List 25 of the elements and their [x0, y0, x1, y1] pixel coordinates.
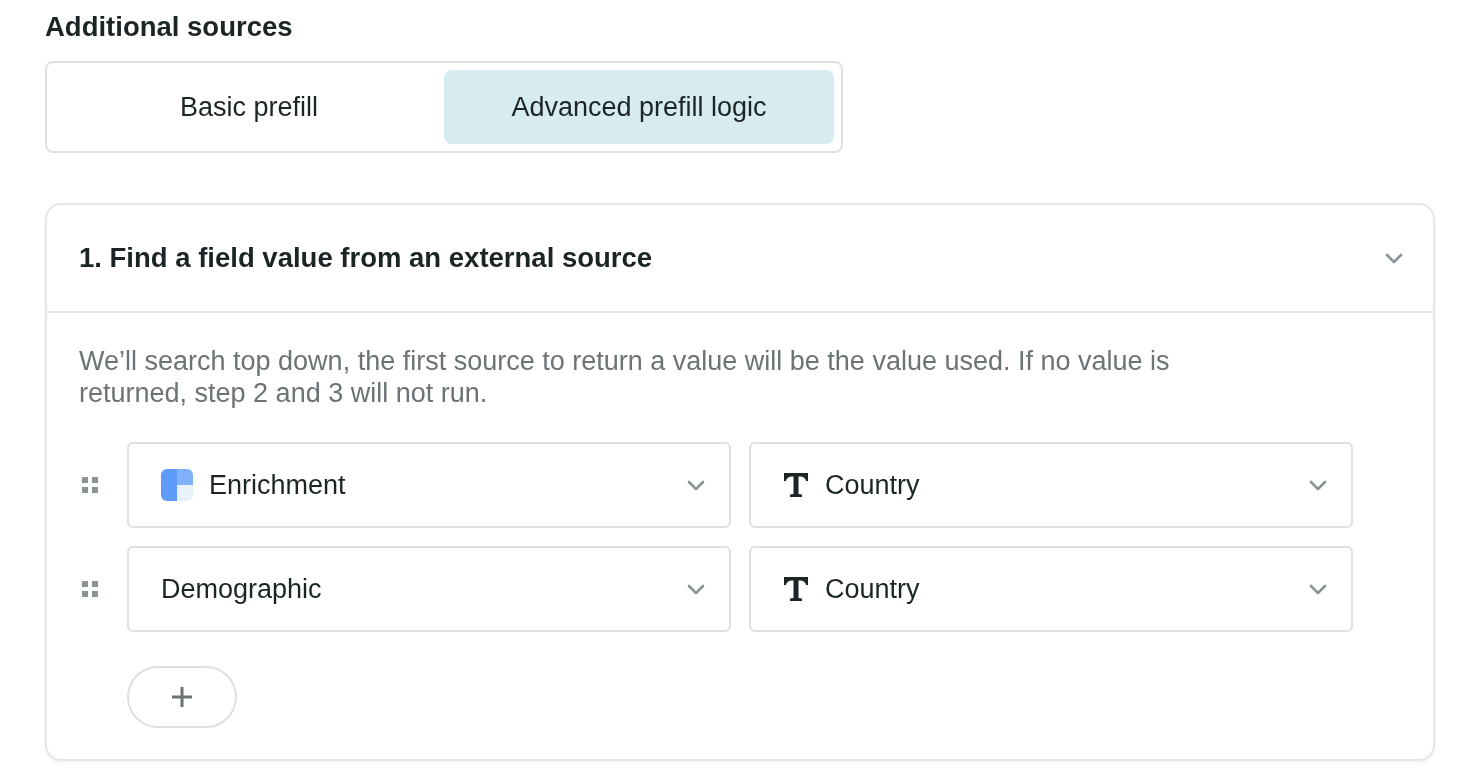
section-heading: Additional sources	[45, 11, 293, 43]
field-select[interactable]: Country	[749, 546, 1353, 632]
text-type-icon	[783, 472, 809, 498]
text-type-icon	[783, 576, 809, 602]
drag-handle-icon[interactable]	[82, 477, 98, 493]
accordion-header[interactable]: 1. Find a field value from an external source	[47, 205, 1433, 313]
stacked-squares-icon	[161, 469, 193, 501]
drag-handle-icon[interactable]	[82, 581, 98, 597]
field-select[interactable]: Country	[749, 442, 1353, 528]
chevron-down-icon	[1309, 479, 1327, 491]
chevron-down-icon	[687, 479, 705, 491]
source-select[interactable]: Demographic	[127, 546, 731, 632]
chevron-down-icon	[687, 583, 705, 595]
description-text: We’ll search top down, the first source to return a value will be the value used. If no value is returned, step 2 and 3 will not run.	[79, 345, 1171, 409]
chevron-down-icon	[1385, 252, 1403, 264]
chevron-down-icon	[1309, 583, 1327, 595]
segment-tab[interactable]: Advanced prefill logic	[444, 70, 834, 144]
select-value: Enrichment	[209, 469, 346, 501]
plus-icon	[172, 687, 192, 707]
source-select[interactable]: Enrichment	[127, 442, 731, 528]
accordion-title: 1. Find a field value from an external source	[79, 242, 653, 274]
segment-tab[interactable]: Basic prefill	[54, 70, 444, 144]
select-value: Country	[825, 573, 920, 605]
select-value: Country	[825, 469, 920, 501]
select-value: Demographic	[161, 573, 322, 605]
